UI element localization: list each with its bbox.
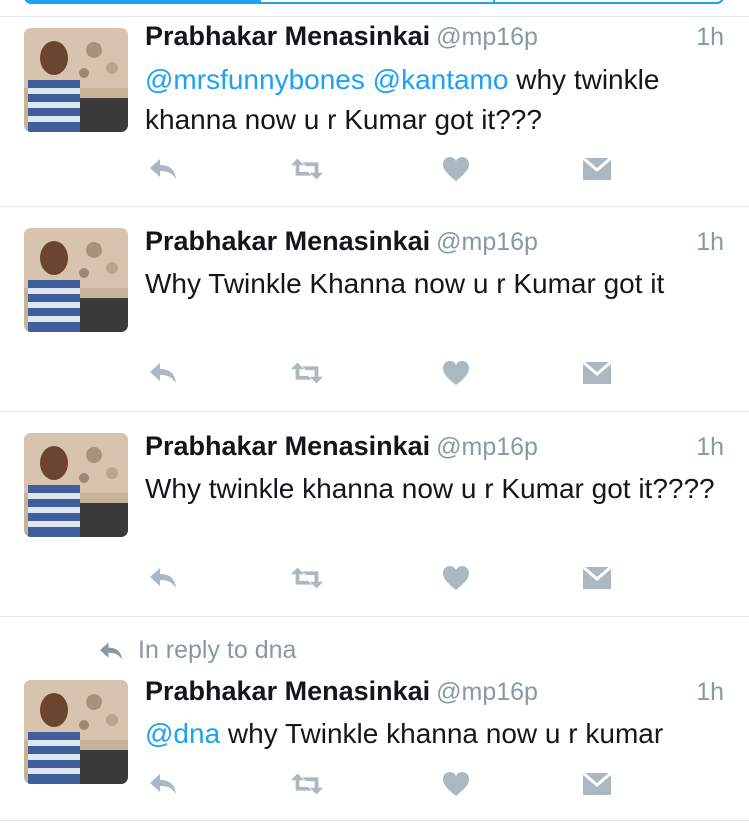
timestamp[interactable]: 1h bbox=[696, 228, 724, 257]
avatar[interactable] bbox=[24, 680, 128, 784]
direct-message-button[interactable] bbox=[579, 356, 615, 390]
tweet-actions bbox=[145, 152, 625, 186]
display-name[interactable]: Prabhakar Menasinkai bbox=[145, 431, 430, 461]
avatar[interactable] bbox=[24, 228, 128, 332]
retweet-button[interactable] bbox=[289, 767, 325, 801]
mention-link[interactable]: @kantamo bbox=[373, 64, 509, 95]
timestamp[interactable]: 1h bbox=[696, 678, 724, 707]
like-button[interactable] bbox=[438, 152, 474, 186]
like-button[interactable] bbox=[438, 356, 474, 390]
reply-icon bbox=[150, 568, 176, 588]
retweet-button[interactable] bbox=[289, 356, 325, 390]
username-handle[interactable]: @mp16p bbox=[436, 678, 538, 706]
avatar[interactable] bbox=[24, 28, 128, 132]
username-handle[interactable]: @mp16p bbox=[436, 433, 538, 461]
display-name[interactable]: Prabhakar Menasinkai bbox=[145, 21, 430, 51]
reply-button[interactable] bbox=[145, 356, 181, 390]
like-icon bbox=[443, 566, 469, 590]
retweet-icon bbox=[290, 158, 324, 180]
reply-button[interactable] bbox=[145, 152, 181, 186]
timestamp[interactable]: 1h bbox=[696, 23, 724, 52]
direct-message-icon bbox=[582, 771, 612, 795]
reply-context[interactable]: In reply to dna bbox=[98, 636, 296, 665]
tweet-actions bbox=[145, 767, 625, 801]
tweet-1[interactable]: Prabhakar Menasinkai @mp16p 1h @mrsfunnyb… bbox=[0, 16, 749, 206]
tweet-text: @mrsfunnybones @kantamo why twinkle khan… bbox=[145, 60, 735, 140]
reply-button[interactable] bbox=[145, 767, 181, 801]
tweet-body: why Twinkle khanna now u r kumar bbox=[220, 718, 664, 749]
separator bbox=[0, 820, 749, 821]
segmented-control[interactable] bbox=[24, 0, 724, 4]
tweet-2[interactable]: Prabhakar Menasinkai @mp16p 1h Why Twinkl… bbox=[0, 206, 749, 411]
like-icon bbox=[443, 361, 469, 385]
timestamp[interactable]: 1h bbox=[696, 433, 724, 462]
avatar[interactable] bbox=[24, 433, 128, 537]
like-button[interactable] bbox=[438, 561, 474, 595]
segment-divider bbox=[493, 0, 495, 2]
tweet-header: Prabhakar Menasinkai @mp16p bbox=[145, 226, 538, 257]
segment-selected[interactable] bbox=[26, 0, 259, 2]
like-icon bbox=[443, 772, 469, 796]
direct-message-button[interactable] bbox=[579, 152, 615, 186]
reply-icon bbox=[150, 363, 176, 383]
tweet-text: @dna why Twinkle khanna now u r kumar bbox=[145, 714, 735, 754]
retweet-icon bbox=[290, 362, 324, 384]
direct-message-button[interactable] bbox=[579, 767, 615, 801]
direct-message-icon bbox=[582, 156, 612, 180]
tweet-3[interactable]: Prabhakar Menasinkai @mp16p 1h Why twinkl… bbox=[0, 411, 749, 616]
tweet-header: Prabhakar Menasinkai @mp16p bbox=[145, 676, 538, 707]
like-icon bbox=[443, 157, 469, 181]
mention-link[interactable]: @dna bbox=[145, 718, 220, 749]
tweet-actions bbox=[145, 561, 625, 595]
segment-divider bbox=[259, 0, 261, 2]
retweet-button[interactable] bbox=[289, 152, 325, 186]
retweet-icon bbox=[290, 567, 324, 589]
username-handle[interactable]: @mp16p bbox=[436, 228, 538, 256]
display-name[interactable]: Prabhakar Menasinkai bbox=[145, 676, 430, 706]
reply-icon bbox=[150, 159, 176, 179]
tweet-text: Why Twinkle Khanna now u r Kumar got it bbox=[145, 268, 665, 299]
reply-button[interactable] bbox=[145, 561, 181, 595]
retweet-button[interactable] bbox=[289, 561, 325, 595]
direct-message-button[interactable] bbox=[579, 561, 615, 595]
tweet-header: Prabhakar Menasinkai @mp16p bbox=[145, 431, 538, 462]
display-name[interactable]: Prabhakar Menasinkai bbox=[145, 226, 430, 256]
reply-context-label[interactable]: In reply to dna bbox=[138, 636, 296, 665]
reply-icon bbox=[100, 642, 122, 659]
reply-icon bbox=[150, 774, 176, 794]
tweet-text: Why twinkle khanna now u r Kumar got it?… bbox=[145, 473, 715, 504]
direct-message-icon bbox=[582, 565, 612, 589]
direct-message-icon bbox=[582, 360, 612, 384]
tweet-header: Prabhakar Menasinkai @mp16p bbox=[145, 21, 538, 52]
username-handle[interactable]: @mp16p bbox=[436, 23, 538, 51]
like-button[interactable] bbox=[438, 767, 474, 801]
tweet-4[interactable]: In reply to dna Prabhakar Menasinkai @mp1… bbox=[0, 616, 749, 823]
tweet-actions bbox=[145, 356, 625, 390]
retweet-icon bbox=[290, 773, 324, 795]
mention-link[interactable]: @mrsfunnybones bbox=[145, 64, 365, 95]
